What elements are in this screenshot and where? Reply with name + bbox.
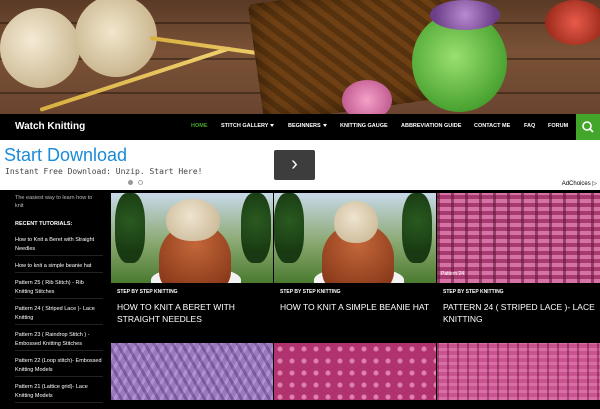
nav-item-label: STITCH GALLERY: [221, 123, 269, 129]
yarn-ball-cream-2: [75, 0, 157, 77]
post-thumbnail-beanie[interactable]: [274, 193, 436, 283]
site-tagline: The easiest way to learn how to knit: [15, 195, 93, 209]
sidebar-link[interactable]: Pattern 21 (Lattice grid)- Lace Knitting…: [15, 383, 103, 403]
yarn-ball-pink: [342, 80, 392, 114]
post-card[interactable]: Pattern 24 STEP BY STEP KNITTING PATTERN…: [437, 193, 600, 341]
nav-item-label: BEGINNERS: [288, 123, 321, 129]
nav-item-faq[interactable]: FAQ: [524, 123, 535, 129]
ad-title[interactable]: Start Download: [4, 145, 127, 166]
search-icon: [582, 121, 594, 133]
search-button[interactable]: [576, 114, 600, 140]
ad-dot-active[interactable]: [128, 180, 133, 185]
nav-item-knitting-gauge[interactable]: KNITTING GAUGE: [340, 123, 388, 129]
nav-item-abbreviation-guide[interactable]: ABBREVIATION GUIDE: [401, 123, 461, 129]
main-nav: Watch Knitting HOME STITCH GALLERY BEGIN…: [0, 114, 600, 140]
yarn-ball-red: [545, 0, 600, 45]
ad-banner[interactable]: Start Download Instant Free Download: Un…: [0, 140, 600, 190]
sidebar-link[interactable]: How to Knit a Beret with Straight Needle…: [15, 236, 103, 256]
ad-dot[interactable]: [138, 180, 143, 185]
post-card[interactable]: STEP BY STEP KNITTING HOW TO KNIT A BERE…: [111, 193, 273, 341]
ad-choices-link[interactable]: AdChoices ▷: [562, 180, 597, 187]
nav-item-contact-me[interactable]: CONTACT ME: [474, 123, 510, 129]
post-title[interactable]: PATTERN 24 ( STRIPED LACE )- LACE KNITTI…: [443, 301, 595, 325]
post-card[interactable]: [437, 343, 600, 400]
recent-tutorials-heading: RECENT TUTORIALS:: [15, 221, 73, 227]
post-title[interactable]: HOW TO KNIT A SIMPLE BEANIE HAT: [280, 301, 432, 313]
post-card[interactable]: [111, 343, 273, 400]
sidebar: The easiest way to learn how to knit REC…: [0, 190, 110, 403]
post-card[interactable]: [274, 343, 436, 400]
chevron-down-icon: [322, 124, 327, 128]
chevron-down-icon: [270, 124, 275, 128]
ad-next-button[interactable]: ›: [274, 150, 315, 180]
sidebar-link[interactable]: How to knit a simple beanie hat: [15, 262, 103, 273]
ad-choices-icon: ▷: [592, 181, 597, 187]
nav-item-stitch-gallery[interactable]: STITCH GALLERY: [221, 123, 275, 129]
nav-item-forum[interactable]: FORUM: [548, 123, 568, 129]
post-thumbnail-pattern-24[interactable]: Pattern 24: [437, 193, 600, 283]
sidebar-link[interactable]: Pattern 23 ( Raindrop Stitch ) - Embosse…: [15, 331, 103, 351]
post-card[interactable]: STEP BY STEP KNITTING HOW TO KNIT A SIMP…: [274, 193, 436, 341]
post-thumbnail[interactable]: [437, 343, 600, 400]
sidebar-link[interactable]: Pattern 22 (Loop stitch)- Embossed Knitt…: [15, 357, 103, 377]
post-category[interactable]: STEP BY STEP KNITTING: [280, 289, 341, 295]
nav-item-beginners[interactable]: BEGINNERS: [288, 123, 327, 129]
yarn-ball-purple: [430, 0, 500, 30]
ad-choices-label: AdChoices: [561, 181, 591, 187]
yarn-ball-cream: [0, 8, 80, 88]
sidebar-link[interactable]: Pattern 24 ( Striped Lace )- Lace Knitti…: [15, 305, 103, 325]
post-thumbnail[interactable]: [274, 343, 436, 400]
post-thumbnail[interactable]: [111, 343, 273, 400]
sidebar-link[interactable]: Pattern 25 ( Rib Stitch) - Rib Knitting …: [15, 279, 103, 299]
recent-tutorials-list: How to Knit a Beret with Straight Needle…: [15, 236, 103, 409]
post-category[interactable]: STEP BY STEP KNITTING: [443, 289, 504, 295]
thumbnail-label: Pattern 24: [441, 271, 465, 277]
post-thumbnail-beret[interactable]: [111, 193, 273, 283]
ad-subtitle: Instant Free Download: Unzip. Start Here…: [5, 167, 203, 176]
nav-item-home[interactable]: HOME: [191, 123, 208, 129]
header-banner-image: [0, 0, 600, 114]
site-title-link[interactable]: Watch Knitting: [15, 121, 85, 132]
post-category[interactable]: STEP BY STEP KNITTING: [117, 289, 178, 295]
post-title[interactable]: HOW TO KNIT A BERET WITH STRAIGHT NEEDLE…: [117, 301, 269, 325]
